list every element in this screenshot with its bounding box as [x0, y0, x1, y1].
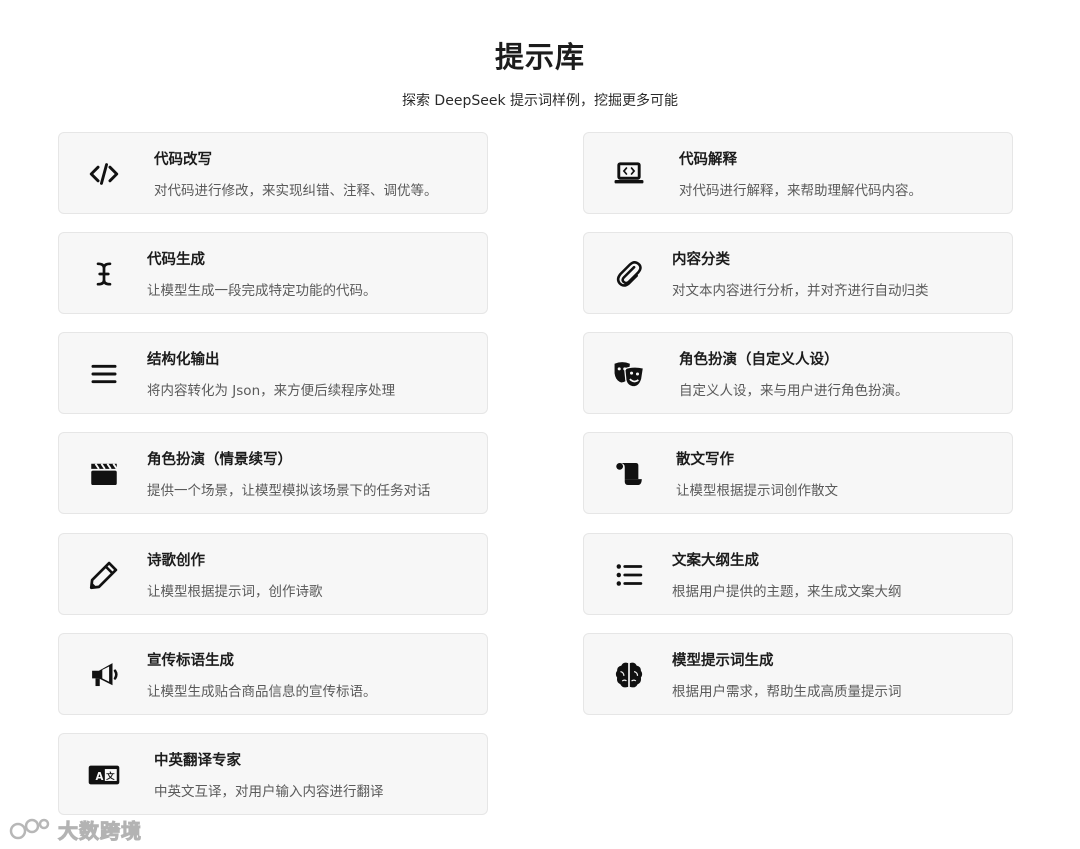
card-title: 诗歌创作	[147, 553, 205, 569]
watermark-logo-icon	[9, 818, 50, 840]
language-icon: A文	[85, 756, 123, 794]
card-slogan[interactable]: 宣传标语生成 让模型生成贴合商品信息的宣传标语。	[58, 633, 488, 715]
card-title: 结构化输出	[147, 352, 220, 368]
svg-text:A: A	[96, 772, 104, 783]
card-title: 角色扮演（情景续写）	[147, 452, 292, 468]
card-desc: 提供一个场景，让模型模拟该场景下的任务对话	[147, 483, 431, 499]
card-title: 角色扮演（自定义人设）	[679, 352, 839, 368]
card-poetry[interactable]: 诗歌创作 让模型根据提示词，创作诗歌	[58, 533, 488, 615]
card-roleplay-persona[interactable]: 角色扮演（自定义人设） 自定义人设，来与用户进行角色扮演。	[583, 332, 1013, 414]
card-code-generate[interactable]: 代码生成 让模型生成一段完成特定功能的代码。	[58, 232, 488, 314]
card-desc: 根据用户提供的主题，来生成文案大纲	[672, 584, 902, 600]
clapperboard-icon	[85, 455, 123, 493]
megaphone-icon	[85, 656, 123, 694]
list-icon	[610, 556, 648, 594]
card-desc: 将内容转化为 Json，来方便后续程序处理	[147, 383, 396, 399]
card-title: 代码生成	[147, 252, 205, 268]
code-icon	[85, 155, 123, 193]
card-roleplay-scenario[interactable]: 角色扮演（情景续写） 提供一个场景，让模型模拟该场景下的任务对话	[58, 432, 488, 514]
scroll-icon	[610, 455, 648, 493]
card-code-rewrite[interactable]: 代码改写 对代码进行修改，来实现纠错、注释、调优等。	[58, 132, 488, 214]
paperclip-icon	[610, 255, 648, 293]
card-copy-outline[interactable]: 文案大纲生成 根据用户提供的主题，来生成文案大纲	[583, 533, 1013, 615]
card-desc: 对文本内容进行分析，并对齐进行自动归类	[672, 283, 929, 299]
card-desc: 自定义人设，来与用户进行角色扮演。	[679, 383, 909, 399]
card-title: 散文写作	[676, 452, 734, 468]
card-desc: 让模型生成一段完成特定功能的代码。	[147, 283, 377, 299]
card-title: 代码改写	[154, 152, 212, 168]
card-title: 代码解释	[679, 152, 737, 168]
brain-icon	[610, 656, 648, 694]
menu-icon	[85, 355, 123, 393]
card-title: 中英翻译专家	[154, 753, 241, 769]
card-desc: 让模型根据提示词，创作诗歌	[147, 584, 323, 600]
card-desc: 对代码进行解释，来帮助理解代码内容。	[679, 183, 922, 199]
page-title: 提示库	[494, 40, 585, 74]
card-title: 内容分类	[672, 252, 730, 268]
card-desc: 让模型生成贴合商品信息的宣传标语。	[147, 684, 377, 700]
card-desc: 对代码进行修改，来实现纠错、注释、调优等。	[154, 183, 438, 199]
card-desc: 中英文互译，对用户输入内容进行翻译	[154, 784, 384, 800]
card-title: 模型提示词生成	[672, 653, 774, 669]
card-title: 文案大纲生成	[672, 553, 759, 569]
card-prompt-generate[interactable]: 模型提示词生成 根据用户需求，帮助生成高质量提示词	[583, 633, 1013, 715]
card-content-classify[interactable]: 内容分类 对文本内容进行分析，并对齐进行自动归类	[583, 232, 1013, 314]
card-prose-writing[interactable]: 散文写作 让模型根据提示词创作散文	[583, 432, 1013, 514]
laptop-code-icon	[610, 155, 648, 193]
card-translator[interactable]: A文 中英翻译专家 中英文互译，对用户输入内容进行翻译	[58, 733, 488, 815]
svg-text:文: 文	[106, 771, 115, 782]
card-title: 宣传标语生成	[147, 653, 234, 669]
theater-masks-icon	[610, 355, 648, 393]
text-cursor-icon	[85, 255, 123, 293]
card-desc: 根据用户需求，帮助生成高质量提示词	[672, 684, 902, 700]
card-structured-output[interactable]: 结构化输出 将内容转化为 Json，来方便后续程序处理	[58, 332, 488, 414]
watermark: 大数跨境	[8, 812, 142, 846]
card-desc: 让模型根据提示词创作散文	[676, 483, 838, 499]
card-code-explain[interactable]: 代码解释 对代码进行解释，来帮助理解代码内容。	[583, 132, 1013, 214]
page-subtitle: 探索 DeepSeek 提示词样例，挖掘更多可能	[401, 93, 678, 109]
watermark-text: 大数跨境	[58, 818, 142, 843]
pencil-icon	[85, 556, 123, 594]
